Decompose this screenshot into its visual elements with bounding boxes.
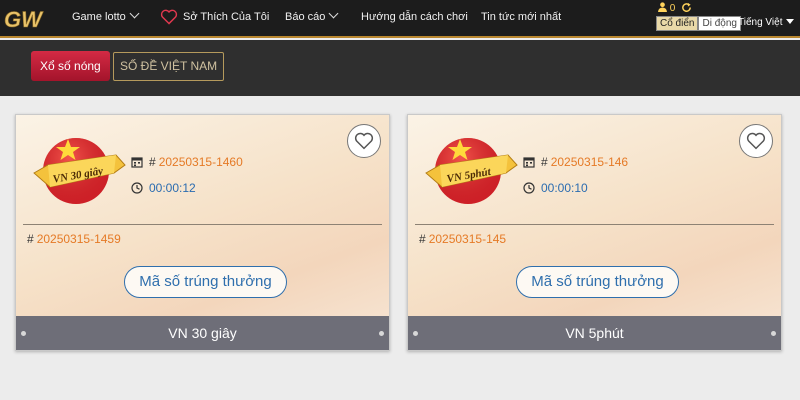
- card-footer[interactable]: VN 30 giây: [16, 316, 389, 350]
- hash-sign: #: [149, 155, 156, 169]
- calendar-icon: [131, 157, 143, 168]
- current-draw-row: # 20250315-146: [523, 155, 628, 169]
- winning-numbers-button[interactable]: Mã số trúng thưởng: [124, 266, 287, 298]
- footer-dot: [771, 331, 776, 336]
- last-draw-row: #20250315-1459: [27, 232, 121, 246]
- clock-icon: [523, 182, 535, 194]
- calendar-icon: [523, 157, 535, 168]
- game-name: VN 5phút: [565, 325, 624, 341]
- nav-game-lotto-label: Game lotto: [72, 11, 126, 23]
- view-mode-switch: Cổ điển Di động: [656, 16, 741, 31]
- heart-icon: [354, 132, 374, 150]
- chevron-down-icon: [328, 8, 339, 19]
- game-name: VN 30 giây: [168, 325, 237, 341]
- mode-mobile-button[interactable]: Di động: [698, 16, 741, 31]
- chevron-down-icon: [129, 8, 140, 19]
- divider: [415, 224, 774, 225]
- countdown-timer: 00:00:10: [541, 181, 588, 195]
- balance-value: 0: [669, 3, 676, 14]
- hot-lottery-button[interactable]: Xổ số nóng: [31, 51, 110, 81]
- card-footer[interactable]: VN 5phút: [408, 316, 781, 350]
- user-icon: [658, 2, 667, 12]
- nav-reports[interactable]: Báo cáo: [285, 8, 339, 23]
- user-balance: 0: [658, 2, 692, 14]
- heart-icon[interactable]: [160, 9, 178, 25]
- favorite-button[interactable]: [347, 124, 381, 158]
- countdown-row: 00:00:10: [523, 181, 588, 195]
- nav-news-label: Tin tức mới nhất: [481, 11, 562, 23]
- last-draw-row: #20250315-145: [419, 232, 506, 246]
- favorite-button[interactable]: [739, 124, 773, 158]
- nav-favorites-label: Sở Thích Của Tôi: [183, 11, 270, 23]
- divider: [23, 224, 382, 225]
- current-draw-row: # 20250315-1460: [131, 155, 243, 169]
- svg-text:GW: GW: [4, 7, 44, 32]
- current-draw-number: 20250315-1460: [158, 155, 243, 169]
- nav-reports-label: Báo cáo: [285, 11, 326, 23]
- last-draw-number: 20250315-145: [428, 232, 507, 246]
- language-label: Tiếng Việt: [738, 17, 783, 28]
- top-nav: GW Game lotto Sở Thích Của Tôi Báo cáo H…: [0, 0, 800, 38]
- winning-numbers-button[interactable]: Mã số trúng thưởng: [516, 266, 679, 298]
- clock-icon: [131, 182, 143, 194]
- hash-sign: #: [541, 155, 548, 169]
- vn-lottery-emblem: VN 5phút: [425, 138, 518, 204]
- gw-logo[interactable]: GW: [4, 4, 56, 34]
- footer-dot: [21, 331, 26, 336]
- footer-dot: [413, 331, 418, 336]
- countdown-timer: 00:00:12: [149, 181, 196, 195]
- nav-guide-label: Hướng dẫn cách chơi: [361, 11, 468, 23]
- hash-sign: #: [27, 232, 34, 246]
- nav-game-lotto[interactable]: Game lotto: [72, 8, 140, 23]
- last-draw-number: 20250315-1459: [36, 232, 121, 246]
- lottery-card[interactable]: VN 30 giây # 20250315-1460 00:00:12 #202…: [15, 114, 390, 351]
- hash-sign: #: [419, 232, 426, 246]
- caret-down-icon: [786, 19, 795, 24]
- heart-icon: [746, 132, 766, 150]
- vn-lottery-emblem: VN 30 giây: [33, 138, 126, 204]
- refresh-icon[interactable]: [681, 2, 692, 13]
- current-draw-number: 20250315-146: [550, 155, 629, 169]
- language-selector[interactable]: Tiếng Việt: [738, 17, 795, 28]
- nav-news[interactable]: Tin tức mới nhất: [481, 11, 561, 23]
- category-bar: Xổ số nóng SỐ ĐỀ VIỆT NAM: [0, 40, 800, 96]
- lottery-card[interactable]: VN 5phút # 20250315-146 00:00:10 #202503…: [407, 114, 782, 351]
- countdown-row: 00:00:12: [131, 181, 196, 195]
- nav-favorites[interactable]: Sở Thích Của Tôi: [183, 11, 269, 23]
- mode-classic-button[interactable]: Cổ điển: [656, 16, 699, 31]
- footer-dot: [379, 331, 384, 336]
- vietnam-lottery-button[interactable]: SỐ ĐỀ VIỆT NAM: [113, 52, 225, 81]
- nav-guide[interactable]: Hướng dẫn cách chơi: [361, 11, 468, 23]
